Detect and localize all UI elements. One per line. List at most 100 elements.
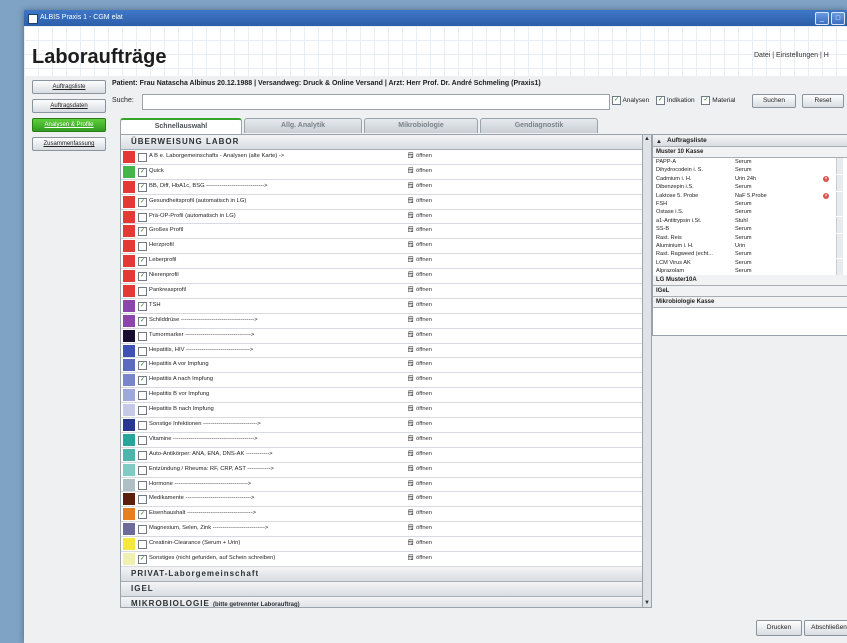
- open-link[interactable]: 🗒 öffnen: [407, 507, 432, 521]
- row-checkbox[interactable]: [138, 287, 147, 297]
- orders-group-header[interactable]: IGeL: [653, 286, 847, 298]
- nav-auftragsdaten[interactable]: Auftragsdaten: [32, 99, 106, 113]
- analysis-row[interactable]: ✓ TSH 🗒 öffnen: [121, 299, 643, 314]
- open-link[interactable]: 🗒 öffnen: [407, 522, 432, 536]
- analysis-row[interactable]: ✓ Eisenhaushalt -------------------------…: [121, 507, 643, 523]
- open-link[interactable]: 🗒 öffnen: [407, 344, 432, 358]
- order-row[interactable]: PAPP-A Serum: [653, 158, 847, 166]
- open-link[interactable]: 🗒 öffnen: [407, 210, 432, 224]
- finish-button[interactable]: Abschließen: [804, 620, 847, 636]
- row-checkbox[interactable]: ✓: [138, 257, 147, 267]
- order-row[interactable]: SS-B Serum: [653, 225, 847, 234]
- open-link[interactable]: 🗒 öffnen: [407, 388, 432, 402]
- analysis-row[interactable]: ✓ Hepatitis A vor Impfung 🗒 öffnen: [121, 358, 643, 374]
- open-link[interactable]: 🗒 öffnen: [407, 299, 432, 313]
- order-row-handle[interactable]: [836, 208, 843, 217]
- analysis-row[interactable]: Hormone --------------------------------…: [121, 478, 643, 493]
- analysis-row[interactable]: ✓ Sonstiges (nicht gefunden, auf Schein s…: [121, 552, 643, 567]
- section-header[interactable]: MIKROBIOLOGIE (bitte getrennter Laborauf…: [121, 596, 643, 607]
- analysis-row[interactable]: Herzprofil 🗒 öffnen: [121, 239, 643, 255]
- analysis-row[interactable]: Hepatitis B vor Impfung 🗒 öffnen: [121, 388, 643, 404]
- analysis-row[interactable]: ✓ Hepatitis A nach Impfung 🗒 öffnen: [121, 373, 643, 389]
- order-row-handle[interactable]: [836, 199, 843, 208]
- order-row-handle[interactable]: [836, 225, 843, 234]
- delete-icon[interactable]: ×: [823, 175, 829, 182]
- analysis-row[interactable]: ✓ Gesundheitsprofil (automatisch in LG) 🗒 …: [121, 195, 643, 210]
- analysis-row[interactable]: Auto-Antikörper: ANA, ENA, DNS-AK ------…: [121, 448, 643, 463]
- order-row[interactable]: Ostase i.S. Serum: [653, 208, 847, 217]
- order-row-handle[interactable]: [836, 267, 843, 276]
- open-link[interactable]: 🗒 öffnen: [407, 358, 432, 372]
- order-row[interactable]: FSH Serum: [653, 199, 847, 208]
- open-link[interactable]: 🗒 öffnen: [407, 239, 432, 253]
- row-checkbox[interactable]: [138, 406, 147, 416]
- open-link[interactable]: 🗒 öffnen: [407, 180, 432, 194]
- analysis-row[interactable]: Hepatitis B nach Impfung 🗒 öffnen: [121, 403, 643, 419]
- order-row-handle[interactable]: [836, 216, 843, 225]
- list-scrollbar[interactable]: ▲ ▼: [642, 134, 652, 608]
- analysis-row[interactable]: Medikamente ----------------------------…: [121, 492, 643, 508]
- tab-schnellauswahl[interactable]: Schnellauswahl: [120, 118, 242, 134]
- analysis-row[interactable]: Pankreasprofil 🗒 öffnen: [121, 284, 643, 299]
- option-analysen[interactable]: ✓ Analysen: [612, 96, 649, 105]
- order-row[interactable]: a1-Antitrypsin i.St. Stuhl: [653, 216, 847, 225]
- row-checkbox[interactable]: [138, 540, 147, 550]
- order-row[interactable]: Aluminium i. H. Urin: [653, 241, 847, 250]
- tab-mikrobiologie[interactable]: Mikrobiologie: [364, 118, 478, 133]
- analysis-row[interactable]: ✓ Nierenprofil 🗒 öffnen: [121, 269, 643, 285]
- open-link[interactable]: 🗒 öffnen: [407, 552, 432, 566]
- section-header[interactable]: IGEL: [121, 581, 643, 597]
- order-row-handle[interactable]: [836, 174, 843, 183]
- order-row-handle[interactable]: [836, 258, 843, 267]
- analysis-row[interactable]: ✓ Schilddrüse ---------------------------…: [121, 314, 643, 329]
- open-link[interactable]: 🗒 öffnen: [407, 254, 432, 268]
- open-link[interactable]: 🗒 öffnen: [407, 492, 432, 506]
- open-link[interactable]: 🗒 öffnen: [407, 224, 432, 238]
- analysis-row[interactable]: Vitamine -------------------------------…: [121, 433, 643, 448]
- orders-group-header[interactable]: Mikrobiologie Kasse: [653, 297, 847, 309]
- analysis-row[interactable]: Tumormarker ----------------------------…: [121, 329, 643, 344]
- order-row-handle[interactable]: [836, 191, 843, 200]
- reset-button[interactable]: Reset: [802, 94, 844, 108]
- open-link[interactable]: 🗒 öffnen: [407, 373, 432, 387]
- search-button[interactable]: Suchen: [752, 94, 796, 108]
- order-row-handle[interactable]: [836, 233, 843, 242]
- order-row[interactable]: Cadmium i. H. Urin 24h ×: [653, 174, 847, 183]
- open-link[interactable]: 🗒 öffnen: [407, 269, 432, 283]
- row-checkbox[interactable]: [138, 331, 147, 341]
- option-indikation[interactable]: ✓ Indikation: [656, 96, 695, 105]
- row-checkbox[interactable]: ✓: [138, 227, 147, 237]
- order-row-handle[interactable]: [836, 250, 843, 259]
- analysis-row[interactable]: ✓ Leberprofil 🗒 öffnen: [121, 254, 643, 270]
- section-header[interactable]: PRIVAT-Laborgemeinschaft: [121, 566, 643, 582]
- row-checkbox[interactable]: ✓: [138, 361, 147, 371]
- open-link[interactable]: 🗒 öffnen: [407, 537, 432, 551]
- row-checkbox[interactable]: [138, 346, 147, 356]
- row-checkbox[interactable]: ✓: [138, 272, 147, 282]
- open-link[interactable]: 🗒 öffnen: [407, 195, 432, 209]
- print-button[interactable]: Drucken: [756, 620, 802, 636]
- open-link[interactable]: 🗒 öffnen: [407, 329, 432, 343]
- maximize-button[interactable]: □: [831, 12, 845, 25]
- row-checkbox[interactable]: ✓: [138, 555, 147, 565]
- collapse-icon[interactable]: ▲: [656, 137, 662, 148]
- row-checkbox[interactable]: [138, 391, 147, 401]
- analysis-row[interactable]: Creatinin-Clearance (Serum + Urin) 🗒 öffn…: [121, 537, 643, 553]
- order-row[interactable]: Alprazolam Serum: [653, 267, 847, 276]
- top-menu[interactable]: Datei | Einstellungen | H: [754, 52, 829, 59]
- tab-gendiagnostik[interactable]: Gendiagnostik: [480, 118, 598, 133]
- row-checkbox[interactable]: [138, 465, 147, 475]
- tab-allg-analytik[interactable]: Allg. Analytik: [244, 118, 362, 133]
- order-row-handle[interactable]: [836, 183, 843, 192]
- row-checkbox[interactable]: [138, 480, 147, 490]
- order-row[interactable]: Dihydrocodein i. S. Serum: [653, 166, 847, 175]
- open-link[interactable]: 🗒 öffnen: [407, 433, 432, 447]
- orders-group-header[interactable]: LG Muster10A: [653, 275, 847, 287]
- minimize-button[interactable]: _: [815, 12, 829, 25]
- open-link[interactable]: 🗒 öffnen: [407, 150, 432, 164]
- nav-zusammenfassung[interactable]: Zusammenfassung: [32, 137, 106, 151]
- analysis-row[interactable]: Entzündung / Rheuma: RF, CRP, AST ------…: [121, 463, 643, 478]
- order-row[interactable]: Rast. Reis Serum: [653, 233, 847, 242]
- open-link[interactable]: 🗒 öffnen: [407, 314, 432, 328]
- row-checkbox[interactable]: [138, 495, 147, 505]
